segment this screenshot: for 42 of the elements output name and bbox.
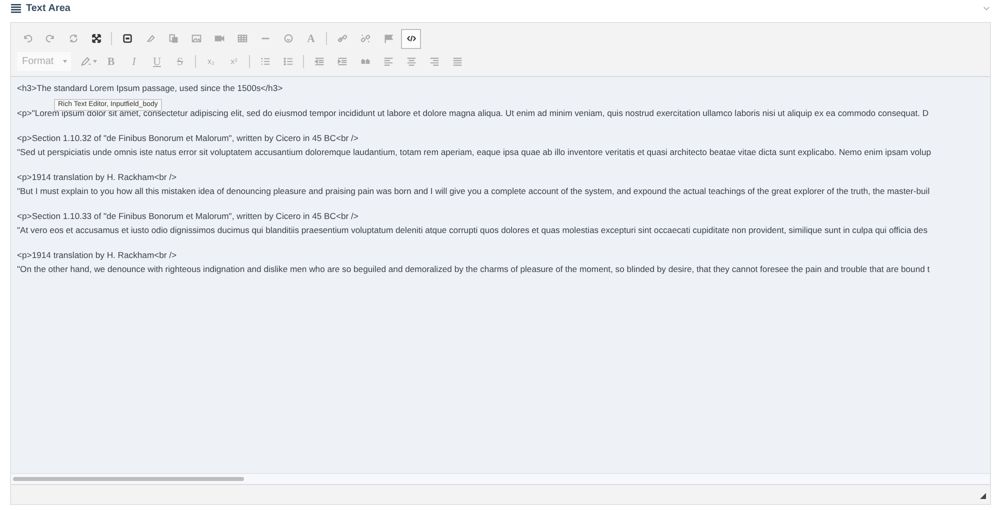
undo-icon bbox=[22, 33, 32, 44]
scrollbar-thumb[interactable] bbox=[13, 477, 244, 481]
unlink-icon bbox=[360, 33, 370, 44]
align-left-icon bbox=[382, 56, 394, 67]
source-line: <p>1914 translation by H. Rackham<br /> bbox=[17, 249, 178, 262]
paste-icon bbox=[168, 33, 178, 44]
image-icon bbox=[190, 33, 202, 44]
resize-handle-icon[interactable] bbox=[980, 493, 986, 499]
smiley-icon bbox=[282, 33, 294, 44]
flag-icon bbox=[382, 33, 394, 44]
caret-icon bbox=[92, 60, 96, 63]
redo-icon bbox=[44, 33, 56, 44]
numbered-list-icon bbox=[260, 56, 270, 67]
source-line: <h3>The standard Lorem Ipsum passage, used since the 1500s</h3> bbox=[17, 82, 284, 95]
align-right-icon bbox=[428, 56, 440, 67]
source-line: <p>Section 1.10.32 of "de Finibus Bonorum et Malorum", written by Cicero in 45 BC<br /> bbox=[17, 132, 360, 145]
video-icon bbox=[214, 33, 224, 44]
source-line: "At vero eos et accusamus et iusto odio dignissimos ducimus qui blanditiis praesentium voluptatum deleniti atque corrupti quos dolores et quas molestias excepturi sint occaecati cupiditate non provident, similique sunt in culpa qui officia des bbox=[17, 224, 929, 237]
source-line: "On the other hand, we denounce with righteous indignation and dislike men who are so beguiled and demoralized by the charms of pleasure of the moment, so blinded by desire, that they cannot foresee the pain and trouble that are bound t bbox=[17, 263, 931, 276]
source-line: <p>Section 1.10.33 of "de Finibus Bonorum et Malorum", written by Cicero in 45 BC<br /> bbox=[17, 210, 360, 223]
link-icon bbox=[336, 33, 348, 44]
caret-icon bbox=[63, 60, 67, 63]
align-center-icon bbox=[406, 56, 416, 67]
code-icon bbox=[406, 33, 416, 44]
source-line: "Sed ut perspiciatis unde omnis iste natus error sit voluptatem accusantium doloremque laudantium, totam rem aperiam, eaque ipsa quae ab illo inventore veritatis et quasi architecto beatae vitae dicta sunt explicabo. Nemo enim ipsam volup bbox=[17, 146, 932, 159]
quote-icon bbox=[360, 56, 370, 67]
table-icon bbox=[236, 33, 248, 44]
outdent-icon bbox=[314, 56, 324, 67]
code-button[interactable] bbox=[401, 28, 421, 48]
chevron-icon[interactable] bbox=[983, 6, 990, 11]
refresh-icon bbox=[68, 33, 78, 44]
pen-icon bbox=[80, 56, 90, 67]
justify-icon bbox=[452, 56, 462, 67]
panel-title: Text Area bbox=[26, 3, 72, 14]
bulleted-list-icon bbox=[282, 56, 294, 67]
indent-icon bbox=[336, 56, 348, 67]
source-line: <p>1914 translation by H. Rackham<br /> bbox=[17, 171, 178, 184]
eraser-icon bbox=[144, 33, 156, 44]
list-icon bbox=[11, 4, 21, 13]
maximize-icon bbox=[90, 33, 102, 44]
source-line: "But I must explain to you how all this mistaken idea of denouncing pleasure and praising pain was born and I will give you a complete account of the system, and expound the actual teachings of the great explorer of the truth, the master-buil bbox=[17, 185, 931, 198]
block-icon bbox=[122, 33, 132, 44]
